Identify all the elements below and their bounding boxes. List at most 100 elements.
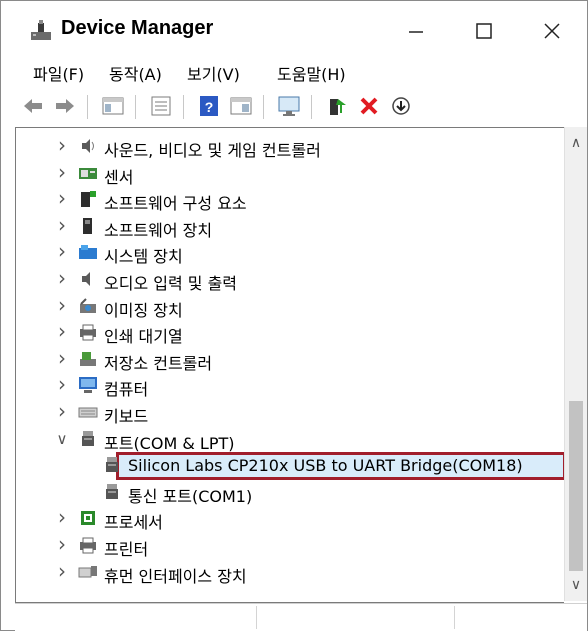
tree-category-item[interactable]: › 시스템 장치 [16, 239, 564, 266]
tree-item-label: 휴먼 인터페이스 장치 [104, 566, 247, 586]
toolbar: ? [1, 87, 587, 125]
show-hide-console-tree-button[interactable] [101, 94, 125, 118]
tree-child-item[interactable]: 통신 포트(COM1) [16, 480, 564, 506]
device-manager-icon [31, 20, 51, 40]
tree-category-item[interactable]: › 휴먼 인터페이스 장치 [16, 559, 564, 586]
chevron-right-icon[interactable]: › [54, 505, 70, 529]
menu-view[interactable]: 보기(V) [187, 61, 240, 85]
chevron-right-icon[interactable]: › [54, 399, 70, 423]
system-devices-icon [79, 245, 97, 260]
tree-item-label: 사운드, 비디오 및 게임 컨트롤러 [104, 141, 321, 160]
minimize-button[interactable] [393, 11, 439, 51]
menu-file[interactable]: 파일(F) [33, 61, 84, 85]
remove-x-icon [360, 97, 378, 115]
close-button[interactable] [529, 11, 575, 51]
device-tree: › 사운드, 비디오 및 게임 컨트롤러 › 센서 › 소프트웨어 구성 요소 › 소프트웨어… [15, 127, 564, 603]
chevron-down-icon[interactable]: ∨ [54, 430, 70, 448]
tree-item-label: 컴퓨터 [104, 380, 149, 400]
chevron-right-icon[interactable]: › [54, 266, 70, 290]
view-button[interactable] [229, 94, 253, 118]
download-driver-button[interactable] [389, 94, 413, 118]
chevron-right-icon[interactable]: › [54, 559, 70, 583]
computer-icon [79, 377, 97, 394]
sensor-icon [79, 167, 97, 179]
software-device-icon [83, 217, 92, 234]
storage-controller-icon [80, 351, 96, 366]
close-icon [544, 23, 560, 39]
tree-category-item[interactable]: › 키보드 [16, 399, 564, 426]
toolbar-separator [87, 95, 88, 119]
audio-io-icon [82, 272, 90, 286]
menu-help[interactable]: 도움말(H) [277, 61, 346, 85]
vertical-scrollbar[interactable]: ∧ ∨ [564, 127, 587, 601]
help-icon: ? [200, 96, 218, 116]
tree-item-label: 포트(COM & LPT) [104, 433, 235, 453]
toolbar-separator [311, 95, 312, 119]
maximize-button[interactable] [461, 11, 507, 51]
toolbar-separator [263, 95, 264, 119]
update-driver-icon [330, 99, 346, 115]
tree-category-item[interactable]: › 오디오 입력 및 출력 [16, 266, 564, 293]
keyboard-icon [78, 407, 98, 418]
menu-action[interactable]: 동작(A) [109, 61, 162, 85]
status-bar [15, 603, 587, 631]
chevron-right-icon[interactable]: › [54, 346, 70, 370]
tree-category-item[interactable]: › 이미징 장치 [16, 293, 564, 320]
tree-category-item[interactable]: ∨ 포트(COM & LPT) [16, 427, 564, 453]
tree-category-item[interactable]: › 프린터 [16, 532, 564, 559]
chevron-right-icon[interactable]: › [54, 186, 70, 210]
port-icon [106, 457, 118, 473]
console-tree-icon [102, 97, 124, 115]
chevron-right-icon[interactable]: › [54, 319, 70, 343]
print-queue-icon [80, 324, 96, 341]
tree-category-item[interactable]: › 사운드, 비디오 및 게임 컨트롤러 [16, 133, 564, 160]
help-button[interactable]: ? [197, 94, 221, 118]
tree-item-label: 오디오 입력 및 출력 [104, 274, 238, 293]
forward-button[interactable] [53, 94, 77, 118]
chevron-right-icon[interactable]: › [54, 160, 70, 184]
tree-category-item[interactable]: › 소프트웨어 구성 요소 [16, 186, 564, 214]
forward-arrow-icon [56, 99, 74, 113]
printer-icon [80, 537, 96, 554]
toolbar-separator [135, 95, 136, 119]
window-title: Device Manager [61, 17, 214, 39]
scroll-down-icon[interactable]: ∨ [565, 577, 587, 593]
tree-category-item[interactable]: › 센서 [16, 160, 564, 187]
scroll-thumb[interactable] [569, 401, 583, 571]
update-driver-button[interactable] [325, 94, 349, 118]
monitor-scan-icon [278, 96, 300, 116]
scan-hardware-button[interactable] [277, 94, 301, 118]
tree-item-label: 저장소 컨트롤러 [104, 353, 213, 373]
tree-category-item[interactable]: › 프로세서 [16, 505, 564, 533]
device-manager-window: Device Manager 파일(F) 동작(A) 보기(V) 도움말(H) [0, 0, 588, 631]
chevron-right-icon[interactable]: › [54, 239, 70, 263]
processor-icon [81, 511, 95, 526]
maximize-icon [476, 23, 492, 39]
title-bar: Device Manager [1, 1, 587, 55]
port-icon [82, 430, 94, 446]
scroll-up-icon[interactable]: ∧ [565, 135, 587, 151]
imaging-device-icon [80, 297, 96, 313]
tree-item-label: 소프트웨어 구성 요소 [104, 194, 247, 214]
tree-category-item[interactable]: › 컴퓨터 [16, 372, 564, 400]
chevron-right-icon[interactable]: › [54, 532, 70, 556]
uninstall-device-button[interactable] [357, 94, 381, 118]
chevron-right-icon[interactable]: › [54, 213, 70, 237]
tree-category-item[interactable]: › 인쇄 대기열 [16, 319, 564, 346]
tree-category-item[interactable]: › 소프트웨어 장치 [16, 213, 564, 240]
chevron-right-icon[interactable]: › [54, 372, 70, 396]
properties-button[interactable] [149, 94, 173, 118]
chevron-right-icon[interactable]: › [54, 133, 70, 157]
back-button[interactable] [21, 94, 45, 118]
menu-bar: 파일(F) 동작(A) 보기(V) 도움말(H) [1, 55, 587, 87]
tree-child-item[interactable]: Silicon Labs CP210x USB to UART Bridge(C… [16, 452, 564, 481]
tree-item-label: 프린터 [104, 540, 149, 559]
properties-icon [151, 96, 171, 116]
status-segment [15, 606, 257, 629]
toolbar-separator [183, 95, 184, 119]
tree-item-label: 프로세서 [104, 513, 163, 533]
svg-text:?: ? [205, 99, 214, 115]
chevron-right-icon[interactable]: › [54, 293, 70, 317]
status-segment [256, 606, 455, 629]
tree-category-item[interactable]: › 저장소 컨트롤러 [16, 346, 564, 373]
